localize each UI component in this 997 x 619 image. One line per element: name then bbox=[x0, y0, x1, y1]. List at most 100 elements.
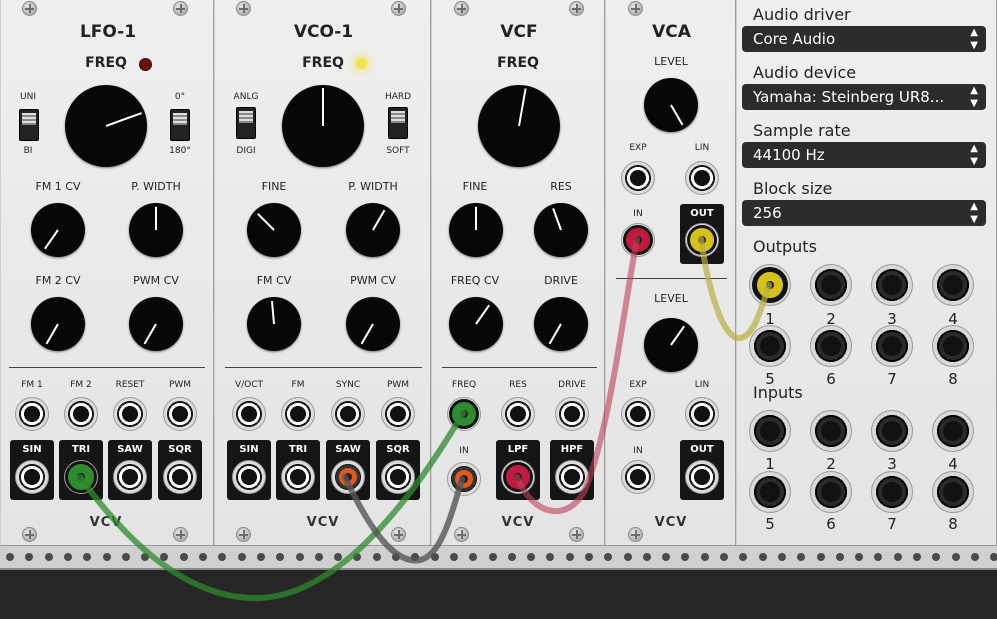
audio-input-jack[interactable] bbox=[932, 471, 974, 513]
orange-cable-plug[interactable] bbox=[452, 467, 476, 491]
audio-input-jack[interactable] bbox=[810, 471, 852, 513]
lin1-input-jack[interactable] bbox=[685, 161, 719, 195]
audio-input-jack[interactable] bbox=[932, 410, 974, 452]
audio-input-jack[interactable] bbox=[749, 471, 791, 513]
fm-cv-knob[interactable] bbox=[247, 297, 301, 351]
yellow-cable-plug[interactable] bbox=[687, 225, 717, 255]
red-cable-plug[interactable] bbox=[623, 225, 653, 255]
uni-bi-switch[interactable] bbox=[19, 109, 39, 141]
hpf-output-jack[interactable] bbox=[555, 460, 589, 494]
tri-output-jack[interactable] bbox=[281, 460, 315, 494]
audio-output-jack[interactable] bbox=[810, 264, 852, 306]
sin-output-jack[interactable] bbox=[15, 460, 49, 494]
audio-input-jack[interactable] bbox=[871, 471, 913, 513]
rail-hole bbox=[527, 553, 535, 561]
knob-indicator bbox=[548, 323, 562, 345]
sqr-output-jack[interactable] bbox=[381, 460, 415, 494]
fm2-cv-knob[interactable] bbox=[31, 297, 85, 351]
sample-rate-select[interactable]: 44100 Hz ▲ ▼ bbox=[742, 142, 986, 168]
audio-output-jack[interactable] bbox=[749, 325, 791, 367]
audio-output-jack[interactable] bbox=[810, 325, 852, 367]
pulse-width-knob[interactable] bbox=[129, 203, 183, 257]
freq-led bbox=[356, 58, 367, 69]
pwm-cv-knob[interactable] bbox=[346, 297, 400, 351]
driver-select[interactable]: Core Audio ▲ ▼ bbox=[742, 26, 986, 52]
output-label: SIN bbox=[22, 444, 42, 455]
exp1-input-jack[interactable] bbox=[621, 161, 655, 195]
knob-label: P. WIDTH bbox=[348, 180, 398, 193]
freq-cv-knob[interactable] bbox=[449, 297, 503, 351]
freq-knob[interactable] bbox=[478, 85, 560, 167]
pwm-input-jack[interactable] bbox=[163, 397, 197, 431]
sync-mode-switch[interactable] bbox=[388, 107, 408, 139]
jack-label: FM bbox=[291, 380, 305, 390]
knob-indicator bbox=[322, 88, 324, 126]
drive-input-jack[interactable] bbox=[555, 397, 589, 431]
freq-label: FREQ bbox=[85, 55, 127, 71]
screw-icon bbox=[173, 527, 188, 542]
phase-switch[interactable] bbox=[170, 109, 190, 141]
lin2-input-jack[interactable] bbox=[685, 397, 719, 431]
red-cable-plug[interactable] bbox=[503, 462, 533, 492]
knob-indicator bbox=[475, 207, 477, 230]
sin-output-jack[interactable] bbox=[232, 460, 266, 494]
jack-label: V/OCT bbox=[234, 380, 264, 390]
module-title: VCF bbox=[500, 22, 538, 42]
audio-input-jack[interactable] bbox=[871, 410, 913, 452]
knob-label: FREQ CV bbox=[450, 274, 500, 287]
exp2-input-jack[interactable] bbox=[621, 397, 655, 431]
knob-label: PWM CV bbox=[133, 274, 179, 287]
fm-input-jack[interactable] bbox=[281, 397, 315, 431]
block-size-select[interactable]: 256 ▲ ▼ bbox=[742, 200, 986, 226]
green-cable-plug[interactable] bbox=[65, 461, 97, 493]
switch-label-bottom: DIGI bbox=[236, 146, 256, 156]
analog-digital-switch[interactable] bbox=[236, 107, 256, 139]
drive-knob[interactable] bbox=[534, 297, 588, 351]
reset-input-jack[interactable] bbox=[113, 397, 147, 431]
sqr-output-jack[interactable] bbox=[163, 460, 197, 494]
freq-knob[interactable] bbox=[282, 85, 364, 167]
output-label: SQR bbox=[386, 444, 410, 455]
rail-hole bbox=[353, 553, 361, 561]
res-input-jack[interactable] bbox=[501, 397, 535, 431]
audio-input-jack[interactable] bbox=[810, 410, 852, 452]
saw-output-jack[interactable] bbox=[113, 460, 147, 494]
pwm-cv-knob[interactable] bbox=[129, 297, 183, 351]
orange-cable-plug[interactable] bbox=[336, 465, 360, 489]
level1-knob[interactable] bbox=[644, 78, 698, 132]
out2-output-jack[interactable] bbox=[685, 460, 719, 494]
pulse-width-knob[interactable] bbox=[346, 203, 400, 257]
in2-input-jack[interactable] bbox=[621, 460, 655, 494]
fm2-input-jack[interactable] bbox=[64, 397, 98, 431]
audio-output-jack[interactable] bbox=[871, 264, 913, 306]
audio-output-jack[interactable] bbox=[871, 325, 913, 367]
fm1-input-jack[interactable] bbox=[15, 397, 49, 431]
sync-input-jack[interactable] bbox=[331, 397, 365, 431]
screw-icon bbox=[391, 1, 406, 16]
knob-label: RES bbox=[550, 180, 572, 193]
select-arrows-icon: ▲ ▼ bbox=[970, 201, 978, 225]
audio-output-jack[interactable] bbox=[932, 264, 974, 306]
device-select[interactable]: Yamaha: Steinberg UR8... ▲ ▼ bbox=[742, 84, 986, 110]
fm1-cv-knob[interactable] bbox=[31, 203, 85, 257]
pwm-input-jack[interactable] bbox=[381, 397, 415, 431]
jack-label: PWM bbox=[386, 380, 410, 390]
rail-hole bbox=[64, 553, 72, 561]
divider bbox=[616, 278, 727, 279]
knob-indicator bbox=[143, 323, 157, 345]
audio-output-jack[interactable] bbox=[932, 325, 974, 367]
yellow-cable-plug[interactable] bbox=[752, 267, 788, 303]
level2-knob[interactable] bbox=[644, 318, 698, 372]
voct-input-jack[interactable] bbox=[232, 397, 266, 431]
rail-hole bbox=[122, 553, 130, 561]
green-cable-plug[interactable] bbox=[449, 399, 479, 429]
fine-knob[interactable] bbox=[247, 203, 301, 257]
screw-icon bbox=[173, 1, 188, 16]
audio-input-jack[interactable] bbox=[749, 410, 791, 452]
fine-knob[interactable] bbox=[449, 203, 503, 257]
jack-label: EXP bbox=[629, 143, 647, 153]
res-knob[interactable] bbox=[534, 203, 588, 257]
knob-indicator bbox=[105, 112, 143, 127]
freq-knob[interactable] bbox=[65, 85, 147, 167]
input-number: 6 bbox=[826, 515, 836, 533]
